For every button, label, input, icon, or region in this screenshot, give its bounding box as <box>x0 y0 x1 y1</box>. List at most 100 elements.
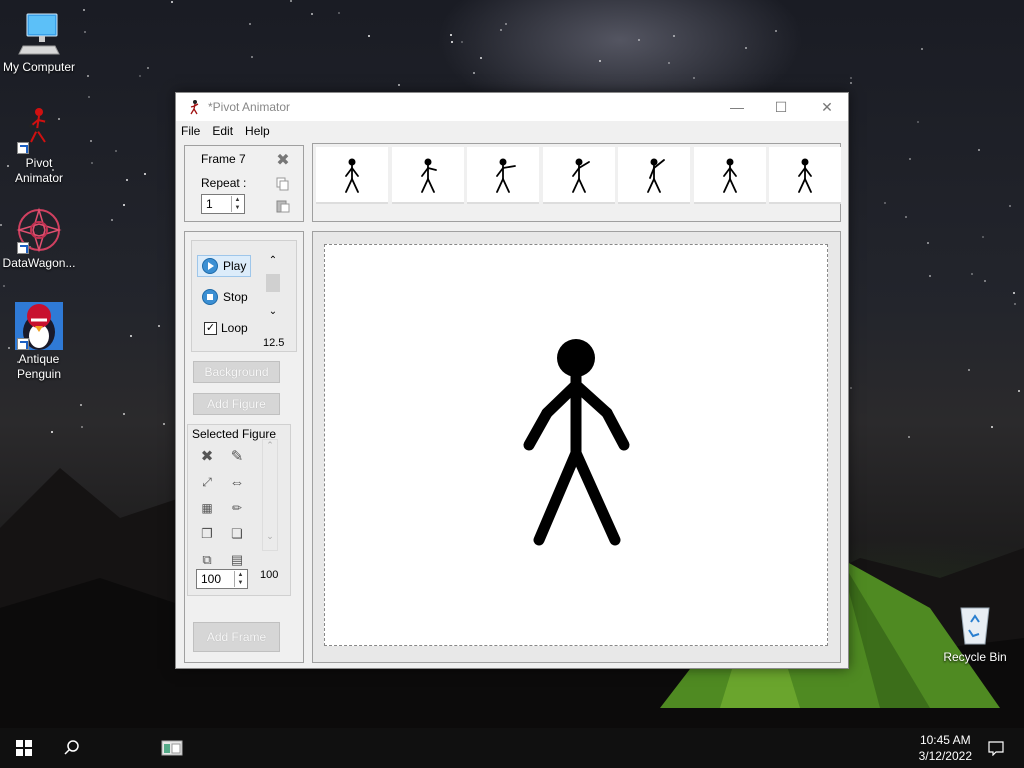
notification-button[interactable] <box>976 728 1016 768</box>
copy-figure-icon[interactable]: ⧉ <box>198 551 216 569</box>
frame-thumbnail[interactable] <box>693 147 766 204</box>
paste-figure-icon[interactable]: ▤ <box>228 551 246 569</box>
shortcut-arrow-icon <box>17 338 29 350</box>
animation-canvas[interactable] <box>324 244 828 646</box>
desktop-icon-pivot-animator[interactable]: Pivot Animator <box>1 106 77 186</box>
spinner-buttons[interactable]: ▲ ▼ <box>234 571 246 587</box>
star <box>290 0 292 2</box>
pivot-window-icon <box>161 740 183 756</box>
figure-size-spinner[interactable]: 100 ▲ ▼ <box>196 569 248 589</box>
desktop-icon-recycle-bin[interactable]: Recycle Bin <box>937 600 1013 665</box>
menu-file[interactable]: File <box>181 124 200 138</box>
delete-frame-icon[interactable]: ✖ <box>275 152 291 169</box>
spin-up-icon[interactable]: ▲ <box>232 196 243 204</box>
stick-figure[interactable] <box>325 245 829 647</box>
spin-down-icon[interactable]: ▼ <box>235 579 246 587</box>
pivot-stickman-icon <box>15 106 63 154</box>
stick-figure-thumb-icon <box>722 158 737 193</box>
star <box>88 96 90 98</box>
delete-figure-icon[interactable]: ✖ <box>198 447 216 465</box>
spin-up-icon[interactable]: ▲ <box>235 571 246 579</box>
stick-figure-thumb-icon <box>496 158 516 193</box>
add-figure-button[interactable]: Add Figure <box>193 393 280 415</box>
menu-help[interactable]: Help <box>245 124 270 138</box>
frame-info-panel: Frame 7 Repeat : 1 ▲ ▼ ✖ <box>184 145 304 222</box>
slider-thumb[interactable] <box>266 274 280 292</box>
selected-figure-group: Selected Figure ✖ ✎ ⤢ ⇔ ▦ ✏ ❐ ❏ ⧉ ▤ ⌃ ⌄ … <box>187 424 291 596</box>
star <box>450 34 452 36</box>
figure-alpha-slider[interactable]: ⌃ ⌄ <box>262 439 278 551</box>
speed-slider[interactable]: ⌃ ⌄ <box>265 255 281 335</box>
chevron-up-icon[interactable]: ⌃ <box>263 440 277 451</box>
star <box>1018 390 1020 392</box>
close-button[interactable]: ✕ <box>804 93 850 121</box>
send-back-icon[interactable]: ❏ <box>228 525 246 543</box>
edit-figure-icon[interactable]: ✎ <box>228 447 246 465</box>
star <box>982 236 984 238</box>
frame-thumbnail[interactable] <box>769 147 841 204</box>
search-button[interactable] <box>48 728 96 768</box>
flip-figure-icon[interactable]: ⇔ <box>228 473 246 491</box>
desktop-icon-my-computer[interactable]: My Computer <box>1 10 77 75</box>
desktop-icon-datawagon[interactable]: DataWagon... <box>1 206 77 271</box>
copy-frame-icon[interactable] <box>275 176 291 192</box>
desktop-icon-antique-penguin[interactable]: Antique Penguin <box>1 302 77 382</box>
chevron-down-icon[interactable]: ⌄ <box>263 531 277 542</box>
frame-thumbnail[interactable] <box>467 147 539 204</box>
color-picker-icon[interactable]: ✏ <box>228 499 246 517</box>
star <box>984 280 986 282</box>
minimize-button[interactable]: — <box>714 93 760 121</box>
bring-front-icon[interactable]: ❐ <box>198 525 216 543</box>
star <box>599 60 601 62</box>
system-clock[interactable]: 10:45 AM 3/12/2022 <box>919 732 972 764</box>
windows-logo-icon <box>16 740 32 756</box>
chevron-up-icon[interactable]: ⌃ <box>265 255 281 266</box>
star <box>850 77 852 79</box>
star <box>921 48 923 50</box>
star <box>251 56 253 58</box>
spin-down-icon[interactable]: ▼ <box>232 204 243 212</box>
maximize-button[interactable]: ☐ <box>758 93 804 121</box>
star <box>1013 292 1015 294</box>
star <box>147 67 149 69</box>
title-bar[interactable]: *Pivot Animator — ☐ ✕ <box>176 93 848 121</box>
star <box>884 202 886 204</box>
frame-thumbnail[interactable] <box>391 147 464 204</box>
taskbar-pivot-animator[interactable] <box>148 728 196 768</box>
star <box>480 57 482 59</box>
figure-alpha-value: 100 <box>260 569 279 581</box>
star <box>971 273 973 275</box>
center-figure-icon[interactable]: ⤢ <box>198 473 216 491</box>
penguin-icon <box>15 302 63 350</box>
pivot-app-icon <box>190 100 199 115</box>
star <box>850 82 852 84</box>
chevron-down-icon[interactable]: ⌄ <box>265 306 281 317</box>
star <box>115 150 117 152</box>
star <box>668 62 670 64</box>
frame-thumbnail[interactable] <box>316 147 388 204</box>
frame-thumbnail[interactable] <box>618 147 690 204</box>
desktop-icon-label: Antique Penguin <box>16 352 62 381</box>
paste-frame-icon[interactable] <box>275 198 291 214</box>
star <box>84 31 86 33</box>
add-frame-button[interactable]: Add Frame <box>193 622 280 652</box>
star <box>338 12 340 14</box>
recycle-bin-icon <box>951 600 999 648</box>
star <box>978 149 980 151</box>
spinner-buttons[interactable]: ▲ ▼ <box>231 196 243 212</box>
stop-button[interactable]: Stop <box>202 289 248 305</box>
star <box>693 77 695 79</box>
stick-figure-thumb-icon <box>420 158 437 193</box>
repeat-spinner[interactable]: 1 ▲ ▼ <box>201 194 245 214</box>
loop-checkbox[interactable]: ✓ Loop <box>204 321 248 335</box>
frame-thumbnail[interactable] <box>542 147 615 204</box>
menu-bar: File Edit Help <box>176 121 848 141</box>
background-button[interactable]: Background <box>193 361 280 383</box>
grid-icon[interactable]: ▦ <box>198 499 216 517</box>
play-button[interactable]: Play <box>197 255 252 277</box>
notification-icon <box>988 741 1004 756</box>
star <box>451 41 453 43</box>
star <box>3 285 5 287</box>
menu-edit[interactable]: Edit <box>212 124 233 138</box>
start-button[interactable] <box>0 728 48 768</box>
